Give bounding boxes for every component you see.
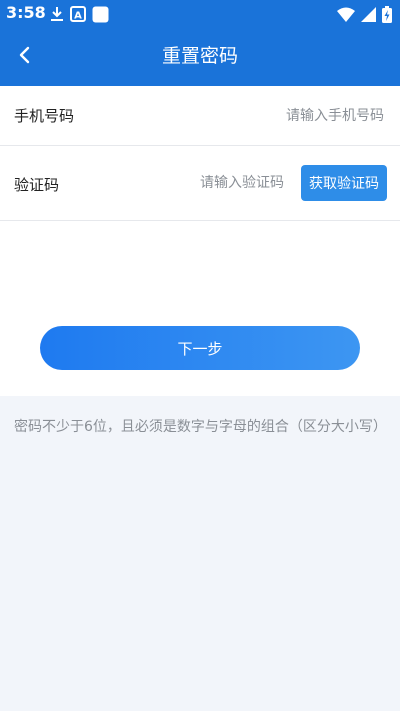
verification-code-label: 验证码 [14, 176, 60, 194]
page-title: 重置密码 [161, 45, 238, 67]
nav-bar: 重置密码 [0, 28, 400, 86]
phone-row: 手机号码 [0, 86, 400, 146]
phone-label: 手机号码 [14, 107, 75, 125]
notification-square-icon [92, 6, 109, 23]
download-icon [50, 6, 64, 22]
text-badge-icon: A [70, 6, 86, 22]
top-app-bar: 3:58 A 重置密码 [0, 0, 400, 86]
status-system-icons [337, 5, 392, 23]
verification-code-row: 验证码 获取验证码 [0, 146, 400, 221]
get-code-button[interactable]: 获取验证码 [301, 165, 387, 201]
password-hint: 密码不少于6位，且必须是数字与字母的组合（区分大小写） [14, 419, 387, 435]
status-time: 3:58 [6, 3, 46, 22]
status-notification-icons: A [50, 5, 109, 23]
status-bar: 3:58 A [0, 0, 400, 28]
reset-password-form: 手机号码 验证码 获取验证码 下一步 [0, 86, 400, 396]
verification-code-input[interactable] [134, 171, 284, 195]
wifi-icon [337, 7, 355, 22]
battery-charging-icon [382, 5, 392, 23]
signal-icon [361, 6, 376, 22]
phone-input[interactable] [164, 104, 384, 128]
next-button[interactable]: 下一步 [40, 326, 360, 370]
text-badge-letter: A [74, 11, 82, 22]
